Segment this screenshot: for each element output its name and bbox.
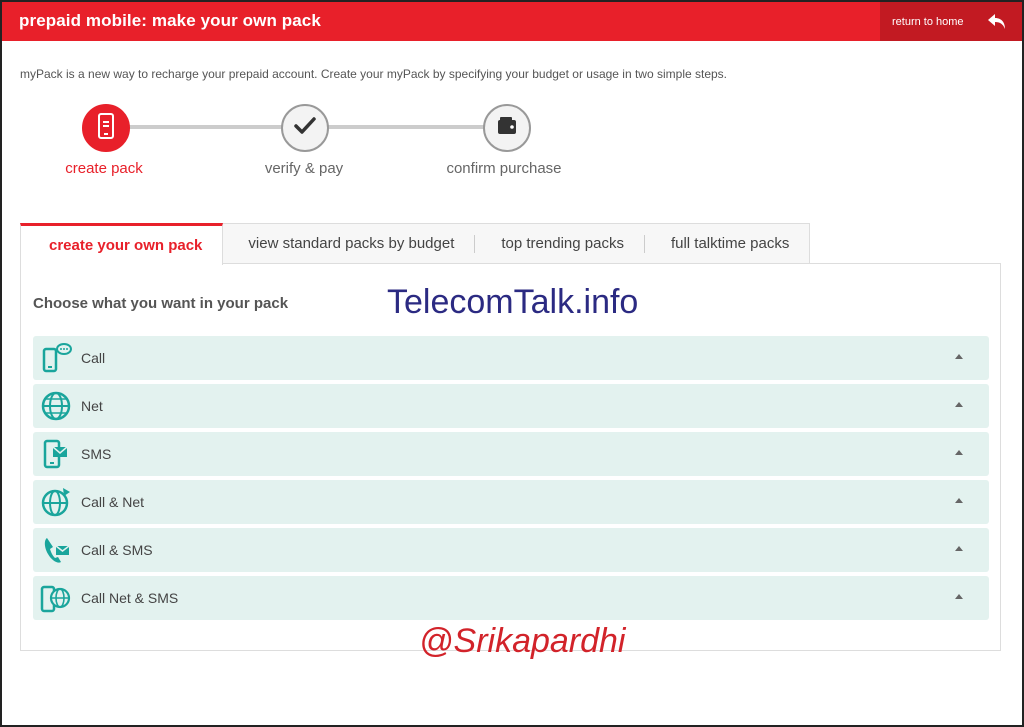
caret-up-icon[interactable]: [955, 594, 963, 599]
accordion-label: Call: [81, 350, 106, 366]
wallet-icon: [496, 116, 518, 141]
back-arrow-icon: [986, 12, 1008, 32]
return-home-label: return to home: [892, 15, 964, 28]
caret-up-icon[interactable]: [955, 498, 963, 503]
tab-full-talktime-packs[interactable]: full talktime packs: [664, 223, 811, 264]
caret-up-icon[interactable]: [955, 450, 963, 455]
caret-up-icon[interactable]: [955, 402, 963, 407]
phone-chat-icon: [39, 341, 73, 375]
step-verify-pay: [281, 104, 329, 152]
step-connector: [124, 125, 284, 129]
step-label-create-pack: create pack: [65, 160, 143, 177]
page-title: prepaid mobile: make your own pack: [19, 11, 321, 30]
tab-create-your-own-pack[interactable]: create your own pack: [20, 223, 224, 265]
accordion-label: Call & Net: [81, 494, 145, 510]
checkmark-icon: [293, 116, 317, 141]
return-home-button[interactable]: return to home: [880, 2, 1022, 41]
accordion-item-net[interactable]: Net: [33, 384, 989, 428]
step-label-verify-pay: verify & pay: [264, 160, 344, 177]
globe-arrow-icon: [39, 485, 73, 519]
globe-icon: [39, 389, 73, 423]
caret-up-icon[interactable]: [955, 354, 963, 359]
watermark-text: TelecomTalk.info: [387, 283, 639, 321]
step-progress: create pack verify & pay confirm purchas…: [20, 100, 620, 190]
accordion-item-call-net[interactable]: Call & Net: [33, 480, 989, 524]
handset-message-icon: [39, 533, 73, 567]
phone-globe-icon: [39, 581, 73, 615]
step-connector: [326, 125, 486, 129]
accordion-item-call-net-sms[interactable]: Call Net & SMS: [33, 576, 989, 620]
tab-label: top trending packs: [501, 235, 624, 252]
credit-handle: @Srikapardhi: [419, 622, 626, 660]
accordion-label: Call & SMS: [81, 542, 153, 558]
phone-message-icon: [39, 437, 73, 471]
accordion-item-call[interactable]: Call: [33, 336, 989, 380]
accordion-label: Net: [81, 398, 103, 414]
top-bar: prepaid mobile: make your own pack retur…: [2, 2, 1022, 41]
panel-heading: Choose what you want in your pack: [33, 295, 289, 312]
intro-text: myPack is a new way to recharge your pre…: [20, 67, 728, 81]
pack-options-list: Call Net SMS Call & Net Call & SMS Call …: [33, 336, 989, 624]
accordion-label: Call Net & SMS: [81, 590, 179, 606]
accordion-label: SMS: [81, 446, 112, 462]
tab-label: full talktime packs: [670, 235, 790, 252]
accordion-item-call-sms[interactable]: Call & SMS: [33, 528, 989, 572]
tab-view-standard-packs[interactable]: view standard packs by budget: [223, 223, 496, 264]
step-label-confirm-purchase: confirm purchase: [446, 160, 562, 177]
tab-top-trending-packs[interactable]: top trending packs: [495, 223, 665, 264]
tab-label: view standard packs by budget: [248, 235, 455, 252]
step-create-pack: [82, 104, 130, 152]
accordion-item-sms[interactable]: SMS: [33, 432, 989, 476]
tab-separator: [643, 234, 645, 253]
pack-panel: Choose what you want in your pack Teleco…: [20, 263, 1001, 651]
caret-up-icon[interactable]: [955, 546, 963, 551]
phone-icon: [95, 112, 117, 144]
step-confirm-purchase: [483, 104, 531, 152]
tab-separator: [474, 234, 476, 253]
pack-tabs: create your own pack view standard packs…: [20, 223, 811, 265]
